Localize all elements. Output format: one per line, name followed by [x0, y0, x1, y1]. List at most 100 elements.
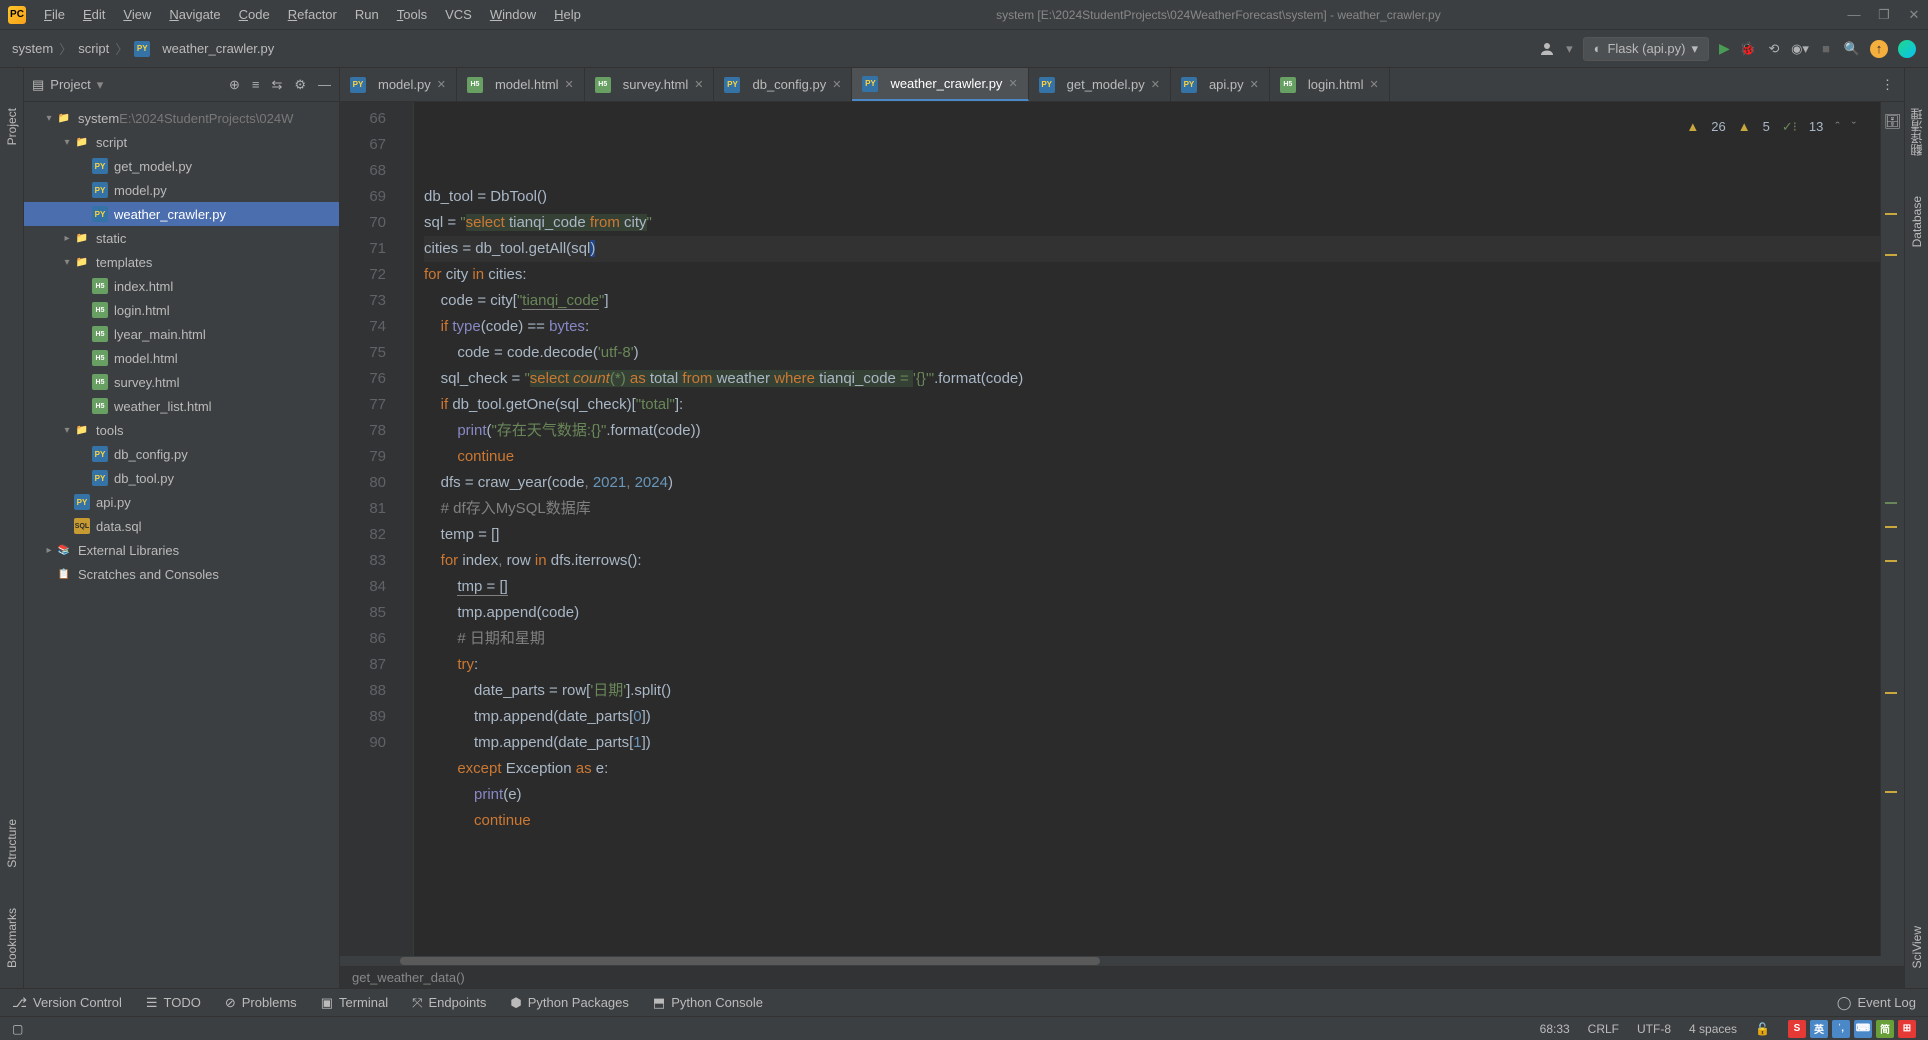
- tree-node-tools[interactable]: ▾📁tools: [24, 418, 339, 442]
- stop-icon[interactable]: ■: [1818, 41, 1834, 57]
- line-number[interactable]: 69: [344, 184, 386, 210]
- tree-chevron[interactable]: ▾: [42, 113, 56, 124]
- right-tool-1[interactable]: 翻译清理: [1908, 108, 1925, 156]
- tray-grid-icon[interactable]: ⊞: [1898, 1020, 1916, 1038]
- maximize-button[interactable]: ❐: [1878, 9, 1890, 21]
- line-number[interactable]: 88: [344, 678, 386, 704]
- tree-node-model-html[interactable]: H5model.html: [24, 346, 339, 370]
- code-line[interactable]: for index, row in dfs.iterrows():: [424, 548, 1880, 574]
- line-number[interactable]: 80: [344, 470, 386, 496]
- menu-code[interactable]: Code: [231, 5, 278, 24]
- project-tool-button[interactable]: Project: [5, 108, 19, 145]
- tray-full-icon[interactable]: 简: [1876, 1020, 1894, 1038]
- bottom-tool-endpoints[interactable]: ⤧Endpoints: [412, 995, 486, 1011]
- tree-node-survey-html[interactable]: H5survey.html: [24, 370, 339, 394]
- line-number[interactable]: 90: [344, 730, 386, 756]
- chevron-up-icon[interactable]: ˆ: [1835, 114, 1839, 140]
- tray-s-icon[interactable]: S: [1788, 1020, 1806, 1038]
- tray-lang-icon[interactable]: 英: [1810, 1020, 1828, 1038]
- code-line[interactable]: print("存在天气数据:{}".format(code)): [424, 418, 1880, 444]
- tree-node-templates[interactable]: ▾📁templates: [24, 250, 339, 274]
- code-line[interactable]: tmp = []: [424, 574, 1880, 600]
- line-number[interactable]: 77: [344, 392, 386, 418]
- menu-refactor[interactable]: Refactor: [280, 5, 345, 24]
- code-line[interactable]: if db_tool.getOne(sql_check)["total"]:: [424, 392, 1880, 418]
- chevron-down-icon[interactable]: ▾: [1566, 41, 1573, 57]
- debug-button[interactable]: 🐞: [1740, 41, 1756, 57]
- code-line[interactable]: # 日期和星期: [424, 626, 1880, 652]
- line-number-gutter[interactable]: 6667686970717273747576777879808182838485…: [340, 102, 400, 956]
- breadcrumb-item[interactable]: system: [12, 41, 53, 56]
- code-with-me-icon[interactable]: [1898, 40, 1916, 58]
- close-button[interactable]: ✕: [1908, 9, 1920, 21]
- code-line[interactable]: db_tool = DbTool(): [424, 184, 1880, 210]
- structure-breadcrumb[interactable]: get_weather_data(): [340, 966, 1904, 988]
- chevron-down-icon[interactable]: ▾: [97, 77, 104, 93]
- bottom-tool-todo[interactable]: ☰TODO: [146, 995, 201, 1011]
- menu-vcs[interactable]: VCS: [437, 5, 480, 24]
- line-number[interactable]: 76: [344, 366, 386, 392]
- breadcrumb-item[interactable]: weather_crawler.py: [162, 41, 274, 56]
- line-number[interactable]: 83: [344, 548, 386, 574]
- code-line[interactable]: cities = db_tool.getAll(sql): [424, 236, 1880, 262]
- minimize-button[interactable]: —: [1848, 9, 1860, 21]
- tab-get_model-py[interactable]: PYget_model.py✕: [1029, 68, 1171, 101]
- line-number[interactable]: 74: [344, 314, 386, 340]
- bottom-tool-version-control[interactable]: ⎇Version Control: [12, 995, 122, 1011]
- settings-icon[interactable]: ⚙: [294, 77, 306, 93]
- select-opened-file-icon[interactable]: ⊕: [229, 77, 240, 93]
- line-separator[interactable]: CRLF: [1588, 1022, 1619, 1036]
- tree-node-weather_crawler-py[interactable]: PYweather_crawler.py: [24, 202, 339, 226]
- bottom-tool-problems[interactable]: ⊘Problems: [225, 995, 297, 1011]
- line-number[interactable]: 82: [344, 522, 386, 548]
- line-number[interactable]: 81: [344, 496, 386, 522]
- tab-close-icon[interactable]: ✕: [694, 78, 703, 91]
- bottom-tool-python-packages[interactable]: ⬢Python Packages: [510, 995, 629, 1011]
- project-panel-title[interactable]: Project: [50, 77, 90, 92]
- code-line[interactable]: dfs = craw_year(code, 2021, 2024): [424, 470, 1880, 496]
- tree-chevron[interactable]: ▾: [60, 137, 74, 148]
- tree-node-lyear_main-html[interactable]: H5lyear_main.html: [24, 322, 339, 346]
- tab-login-html[interactable]: H5login.html✕: [1270, 68, 1390, 101]
- tree-node-model-py[interactable]: PYmodel.py: [24, 178, 339, 202]
- run-configuration-selector[interactable]: ◐ Flask (api.py) ▾: [1583, 37, 1709, 61]
- menu-edit[interactable]: Edit: [75, 5, 113, 24]
- code-line[interactable]: sql = "select tianqi_code from city": [424, 210, 1880, 236]
- tree-node-data-sql[interactable]: SQLdata.sql: [24, 514, 339, 538]
- tree-node-system[interactable]: ▾📁system E:\2024StudentProjects\024W: [24, 106, 339, 130]
- code-line[interactable]: code = city["tianqi_code"]: [424, 288, 1880, 314]
- line-number[interactable]: 67: [344, 132, 386, 158]
- tree-node-weather_list-html[interactable]: H5weather_list.html: [24, 394, 339, 418]
- code-line[interactable]: # df存入MySQL数据库: [424, 496, 1880, 522]
- menu-help[interactable]: Help: [546, 5, 589, 24]
- collapse-all-icon[interactable]: ⇆: [271, 77, 282, 93]
- tree-node-db_config-py[interactable]: PYdb_config.py: [24, 442, 339, 466]
- breadcrumb-item[interactable]: script: [78, 41, 109, 56]
- file-encoding[interactable]: UTF-8: [1637, 1022, 1671, 1036]
- run-button[interactable]: ▶: [1719, 40, 1730, 57]
- tree-chevron[interactable]: ▸: [42, 545, 56, 556]
- indent-info[interactable]: 4 spaces: [1689, 1022, 1737, 1036]
- bookmarks-tool-button[interactable]: Bookmarks: [5, 908, 19, 968]
- tab-model-html[interactable]: H5model.html✕: [457, 68, 585, 101]
- menu-tools[interactable]: Tools: [389, 5, 435, 24]
- tree-node-script[interactable]: ▾📁script: [24, 130, 339, 154]
- tray-kb-icon[interactable]: ⌨: [1854, 1020, 1872, 1038]
- horizontal-scrollbar[interactable]: [340, 956, 1904, 966]
- tab-close-icon[interactable]: ✕: [1008, 77, 1017, 90]
- editor-body[interactable]: 6667686970717273747576777879808182838485…: [340, 102, 1904, 956]
- tab-close-icon[interactable]: ✕: [1151, 78, 1160, 91]
- tree-node-login-html[interactable]: H5login.html: [24, 298, 339, 322]
- tree-node-External-Libraries[interactable]: ▸📚External Libraries: [24, 538, 339, 562]
- menu-run[interactable]: Run: [347, 5, 387, 24]
- code-line[interactable]: code = code.decode('utf-8'): [424, 340, 1880, 366]
- inspection-widget[interactable]: ▲26 ▲5 ✓⁝13 ˆ ˇ: [1682, 112, 1860, 142]
- tab-close-icon[interactable]: ✕: [1250, 78, 1259, 91]
- code-line[interactable]: try:: [424, 652, 1880, 678]
- database-tool-button[interactable]: Database: [1910, 196, 1924, 247]
- code-line[interactable]: date_parts = row['日期'].split(): [424, 678, 1880, 704]
- cursor-position[interactable]: 68:33: [1540, 1022, 1570, 1036]
- breadcrumbs[interactable]: system〉script〉PYweather_crawler.py: [12, 39, 274, 58]
- code-line[interactable]: tmp.append(date_parts[0]): [424, 704, 1880, 730]
- line-number[interactable]: 85: [344, 600, 386, 626]
